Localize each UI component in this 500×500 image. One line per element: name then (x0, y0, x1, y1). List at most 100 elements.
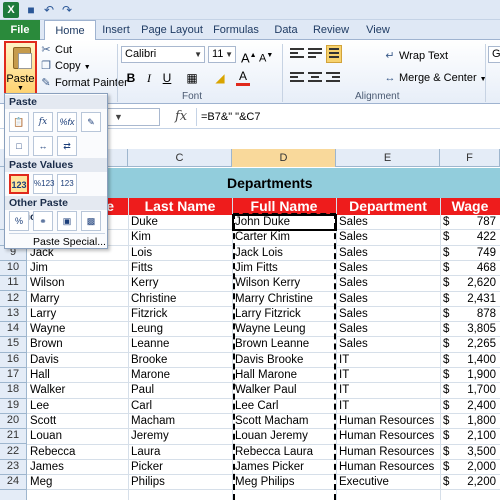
font-name-field[interactable]: Calibri ▼ (121, 46, 205, 63)
cell-first-name[interactable]: Walker (27, 383, 128, 398)
cell-first-name[interactable]: Lee (27, 399, 128, 414)
cell-first-name[interactable]: Jim (27, 261, 128, 276)
cell-last-name[interactable]: Christine (128, 292, 232, 307)
cell-first-name[interactable]: Brown (27, 337, 128, 352)
cell-department[interactable]: Sales (336, 230, 440, 245)
row-header[interactable]: 23 (0, 459, 27, 476)
row-header[interactable]: 21 (0, 429, 27, 445)
cell-wage[interactable]: 422 (460, 230, 500, 245)
number-format-field[interactable]: Ge (488, 46, 500, 63)
formatting-icon[interactable]: % (9, 211, 29, 231)
cell-wage[interactable]: 468 (460, 261, 500, 276)
formula-input[interactable]: =B7&" "&C7 (196, 108, 496, 126)
bold-button[interactable]: B (124, 70, 138, 86)
cell-last-name[interactable]: Macham (128, 414, 232, 429)
row-header[interactable]: 15 (0, 337, 27, 353)
cell-wage[interactable]: 2,431 (460, 292, 500, 307)
cell-department[interactable]: IT (336, 353, 440, 368)
cell-first-name[interactable]: Rebecca (27, 445, 128, 460)
cell-last-name[interactable]: Leanne (128, 337, 232, 352)
cell-wage[interactable]: 1,700 (460, 383, 500, 398)
values-number-format-icon[interactable]: %123 (33, 174, 54, 194)
cell-first-name[interactable]: Larry (27, 307, 128, 322)
tab-page-layout[interactable]: Page Layout (138, 20, 206, 40)
tab-review[interactable]: Review (306, 20, 356, 40)
tab-home[interactable]: Home (44, 20, 96, 41)
cell-first-name[interactable]: Wayne (27, 322, 128, 337)
tab-file[interactable]: File (0, 20, 40, 40)
column-header-d[interactable]: D (232, 149, 336, 167)
paste-formulas-number-format-icon[interactable]: %fx (57, 112, 77, 132)
fill-color-icon[interactable]: ◢ (212, 70, 228, 86)
cell-wage[interactable]: 2,400 (460, 399, 500, 414)
align-center-icon[interactable] (308, 72, 322, 84)
paste-values-icon[interactable]: 123 (9, 174, 29, 194)
column-header-c[interactable]: C (128, 149, 232, 167)
undo-icon[interactable]: ↶ (42, 3, 56, 17)
column-header-e[interactable]: E (336, 149, 440, 167)
cell-department[interactable]: IT (336, 383, 440, 398)
wrap-text-button[interactable]: ↵ Wrap Text (384, 48, 448, 64)
cell-last-name[interactable]: Kerry (128, 276, 232, 291)
cell-last-name[interactable]: Paul (128, 383, 232, 398)
row-header[interactable]: 13 (0, 306, 27, 323)
align-middle-icon[interactable] (308, 48, 322, 60)
grow-font-icon[interactable]: A▲ (241, 48, 257, 65)
cell-department[interactable]: Sales (336, 261, 440, 276)
row-header[interactable]: 11 (0, 276, 27, 292)
redo-icon[interactable]: ↷ (60, 3, 74, 17)
borders-icon[interactable]: ▦ (184, 70, 200, 86)
cell-department[interactable]: Sales (336, 337, 440, 352)
tab-view[interactable]: View (358, 20, 398, 40)
cell-first-name[interactable]: Hall (27, 368, 128, 383)
paste-formulas-icon[interactable]: fx (33, 112, 53, 132)
cell-first-name[interactable]: Wilson (27, 276, 128, 291)
align-top-icon[interactable] (290, 48, 304, 60)
row-header[interactable]: 14 (0, 322, 27, 338)
tab-formulas[interactable]: Formulas (208, 20, 264, 40)
tab-insert[interactable]: Insert (96, 20, 136, 40)
cell-first-name[interactable]: Davis (27, 353, 128, 368)
paste-link-icon[interactable]: ⚭ (33, 211, 53, 231)
cell-wage[interactable]: 2,265 (460, 337, 500, 352)
values-source-formatting-icon[interactable]: 123 (57, 174, 77, 194)
cell-last-name[interactable]: Fitzrick (128, 307, 232, 322)
cell-wage[interactable]: 3,805 (460, 322, 500, 337)
cell-department[interactable]: IT (336, 399, 440, 414)
copy-button[interactable]: ❐ Copy ▼ (40, 58, 91, 74)
cell-wage[interactable]: 1,900 (460, 368, 500, 383)
cell-department[interactable]: Human Resources (336, 460, 440, 475)
cell-first-name[interactable]: Meg (27, 475, 128, 490)
keep-column-widths-icon[interactable]: ↔ (33, 136, 53, 156)
format-painter-button[interactable]: ✎ Format Painter (40, 75, 127, 91)
row-header[interactable]: 20 (0, 413, 27, 430)
row-header[interactable]: 22 (0, 444, 27, 460)
italic-button[interactable]: I (142, 70, 156, 86)
cell-last-name[interactable]: Brooke (128, 353, 232, 368)
paste-button[interactable]: Paste ▼ (4, 41, 37, 97)
cell-last-name[interactable]: Philips (128, 475, 232, 490)
row-header[interactable]: 10 (0, 260, 27, 277)
transpose-icon[interactable]: ⇄ (57, 136, 77, 156)
cell-wage[interactable]: 1,800 (460, 414, 500, 429)
cell-last-name[interactable]: Duke (128, 215, 232, 230)
cell-last-name[interactable]: Fitts (128, 261, 232, 276)
cut-button[interactable]: ✂ Cut (40, 42, 72, 58)
cell-department[interactable]: Human Resources (336, 429, 440, 444)
cell-wage[interactable]: 2,200 (460, 475, 500, 490)
shrink-font-icon[interactable]: A▼ (259, 48, 273, 65)
chevron-down-icon[interactable]: ▼ (6, 85, 35, 92)
align-bottom-icon[interactable] (326, 45, 342, 63)
cell-department[interactable]: Sales (336, 215, 440, 230)
tab-data[interactable]: Data (266, 20, 306, 40)
cell-wage[interactable]: 2,000 (460, 460, 500, 475)
cell-wage[interactable]: 2,100 (460, 429, 500, 444)
cell-department[interactable]: Executive (336, 475, 440, 490)
cell-wage[interactable]: 3,500 (460, 445, 500, 460)
cell-department[interactable]: Sales (336, 276, 440, 291)
insert-function-icon[interactable]: fx (175, 109, 187, 124)
align-right-icon[interactable] (326, 72, 340, 84)
cell-last-name[interactable]: Jeremy (128, 429, 232, 444)
font-color-button[interactable]: A (236, 70, 250, 86)
cell-department[interactable]: Human Resources (336, 414, 440, 429)
